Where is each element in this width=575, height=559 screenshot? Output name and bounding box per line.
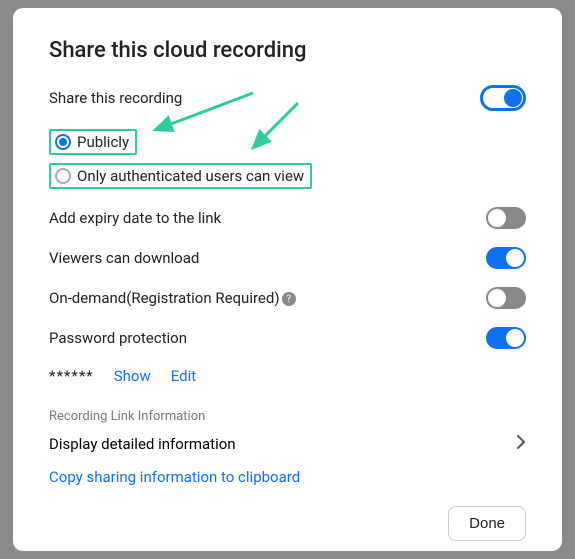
on-demand-text: On-demand(Registration Required) bbox=[49, 289, 280, 307]
radio-authenticated-label: Only authenticated users can view bbox=[77, 167, 304, 185]
expiry-label: Add expiry date to the link bbox=[49, 209, 221, 227]
toggle-knob bbox=[488, 209, 506, 227]
radio-row-publicly[interactable]: Publicly bbox=[49, 129, 526, 155]
radio-publicly[interactable] bbox=[55, 134, 71, 150]
help-icon[interactable]: ? bbox=[282, 292, 296, 306]
password-label: Password protection bbox=[49, 329, 187, 347]
recording-link-info-label: Recording Link Information bbox=[49, 409, 526, 424]
toggle-knob bbox=[506, 249, 524, 267]
share-toggle[interactable] bbox=[480, 85, 526, 111]
toggle-knob bbox=[504, 89, 522, 107]
password-toggle[interactable] bbox=[486, 327, 526, 349]
share-recording-row: Share this recording bbox=[49, 85, 526, 111]
display-detailed-row[interactable]: Display detailed information bbox=[49, 434, 526, 454]
done-button[interactable]: Done bbox=[448, 506, 526, 541]
highlight-box-authenticated: Only authenticated users can view bbox=[49, 163, 312, 189]
share-modal: Share this cloud recording Share this re… bbox=[13, 8, 562, 551]
edit-link[interactable]: Edit bbox=[171, 367, 196, 385]
download-toggle[interactable] bbox=[486, 247, 526, 269]
display-detailed-label: Display detailed information bbox=[49, 435, 236, 453]
modal-title: Share this cloud recording bbox=[49, 38, 526, 63]
download-row: Viewers can download bbox=[49, 247, 526, 269]
highlight-box-publicly: Publicly bbox=[49, 129, 137, 155]
share-recording-label: Share this recording bbox=[49, 89, 182, 107]
expiry-row: Add expiry date to the link bbox=[49, 207, 526, 229]
password-actions-row: ****** Show Edit bbox=[49, 367, 526, 385]
chevron-right-icon bbox=[516, 434, 526, 454]
toggle-knob bbox=[506, 329, 524, 347]
password-row: Password protection bbox=[49, 327, 526, 349]
modal-footer: Done bbox=[49, 506, 526, 541]
toggle-knob bbox=[488, 289, 506, 307]
show-link[interactable]: Show bbox=[114, 367, 151, 385]
password-mask: ****** bbox=[49, 367, 94, 385]
on-demand-label: On-demand(Registration Required)? bbox=[49, 289, 296, 307]
on-demand-toggle[interactable] bbox=[486, 287, 526, 309]
download-label: Viewers can download bbox=[49, 249, 199, 267]
radio-authenticated[interactable] bbox=[55, 168, 71, 184]
radio-dot bbox=[59, 138, 67, 146]
radio-publicly-label: Publicly bbox=[77, 133, 129, 151]
radio-row-authenticated[interactable]: Only authenticated users can view bbox=[49, 163, 526, 189]
copy-sharing-link[interactable]: Copy sharing information to clipboard bbox=[49, 468, 526, 486]
share-radio-group: Publicly Only authenticated users can vi… bbox=[49, 129, 526, 189]
expiry-toggle[interactable] bbox=[486, 207, 526, 229]
on-demand-row: On-demand(Registration Required)? bbox=[49, 287, 526, 309]
